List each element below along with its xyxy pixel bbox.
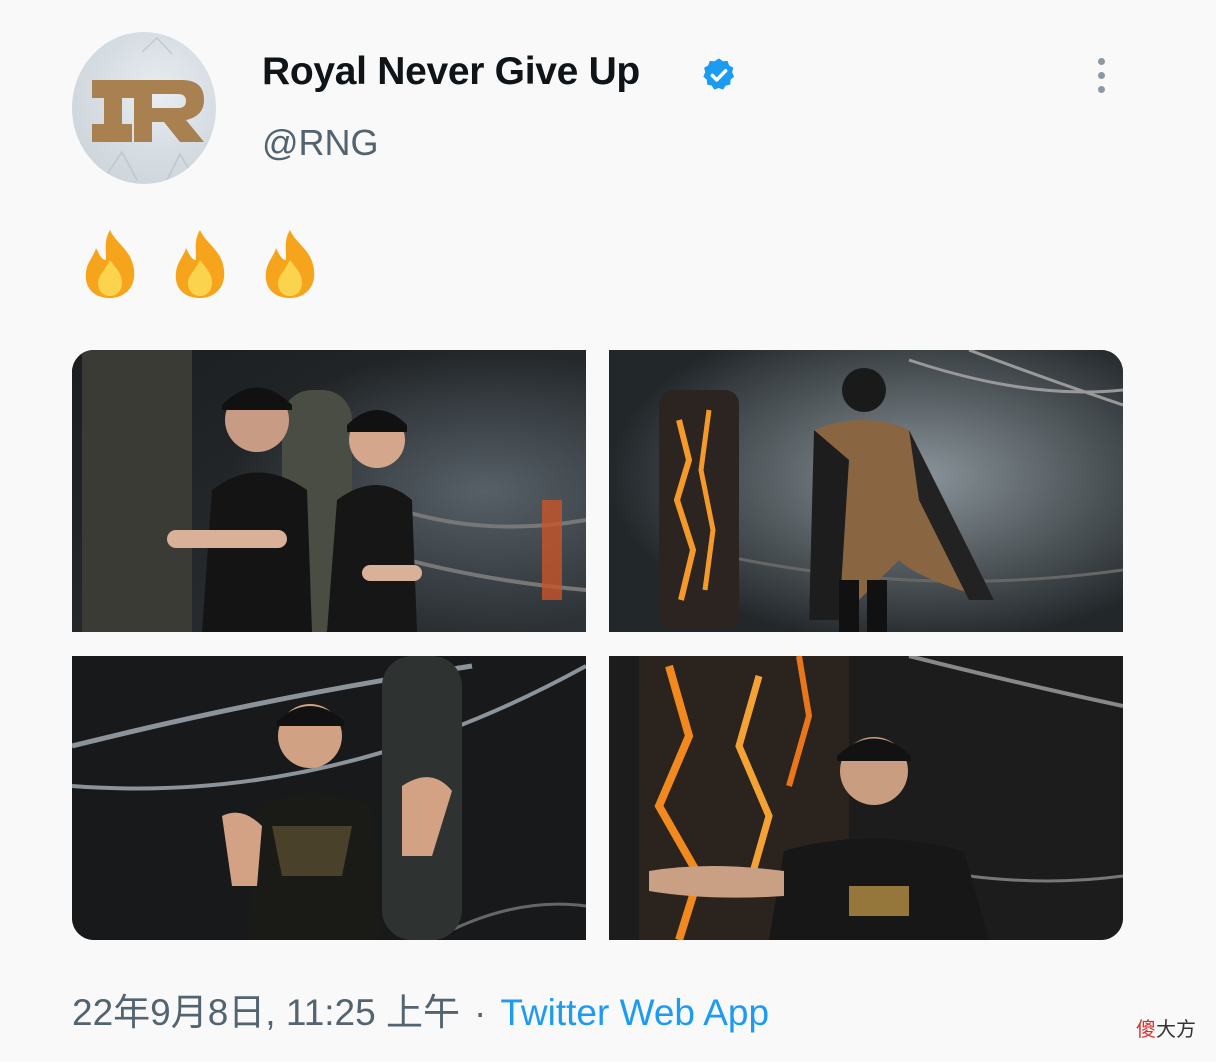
fire-emoji-icon [265,230,315,298]
watermark-rest: 大方 [1156,1019,1196,1041]
author-name[interactable]: Royal Never Give Up [262,50,640,94]
author-handle[interactable]: @RNG [262,122,379,164]
fire-emoji-icon [85,230,135,298]
watermark-highlight: 傻 [1136,1019,1156,1041]
tweet-photo-3[interactable] [72,656,586,940]
tweet-photo-2[interactable] [609,350,1123,632]
tweet-timestamp[interactable]: 22年9月8日, 11:25 上午 [72,992,460,1033]
tweet-photo-4[interactable] [609,656,1123,940]
photo-player-pointing-icon [609,656,1123,940]
fire-emoji-icon [175,230,225,298]
meta-separator: · [474,992,487,1033]
watermark: 傻大方 [1136,1013,1196,1042]
more-options-icon[interactable] [1092,58,1110,98]
source-app-link[interactable]: Twitter Web App [500,992,769,1033]
photo-cape-player-icon [609,350,1123,632]
tweet-card: Royal Never Give Up @RNG 22年9月8日, 11:25 … [0,0,1216,1062]
tweet-metadata: 22年9月8日, 11:25 上午 · Twitter Web App [72,982,769,1036]
tweet-photo-1[interactable] [72,350,586,632]
photo-player-thumbs-icon [72,656,586,940]
rng-logo-icon [92,36,204,183]
verified-badge-icon [703,58,735,90]
avatar[interactable] [72,32,216,184]
photo-two-players-icon [72,350,586,632]
